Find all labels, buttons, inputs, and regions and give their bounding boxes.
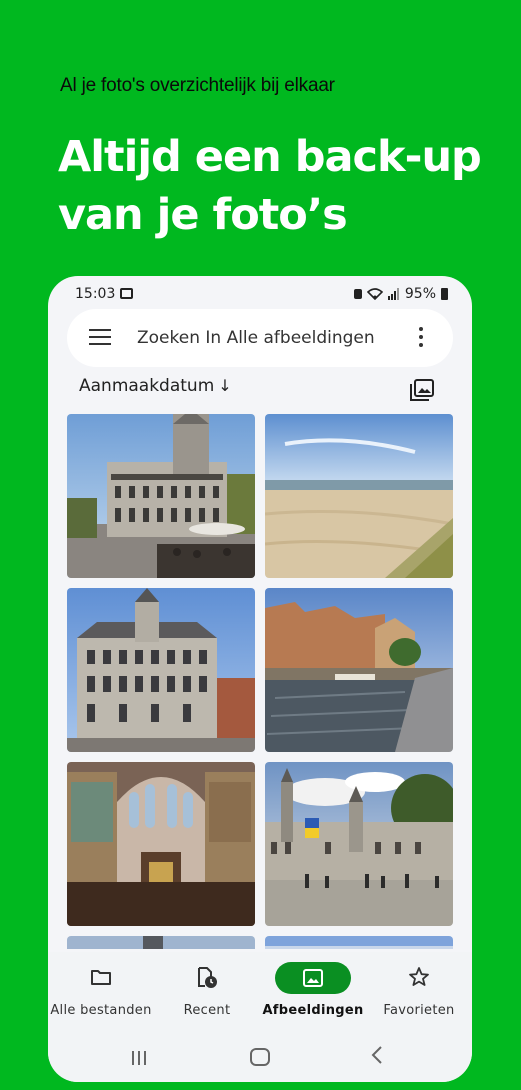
more-options-icon[interactable] — [419, 327, 423, 349]
nav-icon-container — [275, 962, 351, 994]
image-icon — [303, 969, 323, 987]
search-bar[interactable]: Zoeken In Alle afbeeldingen — [67, 309, 453, 367]
photo-thumbnail[interactable] — [265, 414, 453, 578]
back-icon[interactable] — [370, 1044, 384, 1066]
star-icon — [409, 967, 429, 986]
phone-screen: 15:03 95% Zoeken In Alle afbeeldingen Aa… — [48, 276, 472, 1082]
wifi-icon — [366, 288, 383, 300]
sort-button[interactable]: Aanmaakdatum ↓ — [79, 376, 232, 396]
photo-grid — [67, 414, 455, 949]
bottom-navigation: Alle bestanden Recent Afbeeldingen Favor… — [48, 952, 472, 1032]
recent-apps-icon[interactable] — [132, 1050, 152, 1065]
photo-thumbnail[interactable] — [265, 936, 453, 949]
nav-item-images[interactable]: Afbeeldingen — [260, 952, 366, 1032]
system-navigation-bar — [48, 1032, 472, 1082]
menu-icon[interactable] — [89, 329, 111, 347]
nav-item-favorites[interactable]: Favorieten — [366, 952, 472, 1032]
nav-icon-container — [169, 962, 245, 994]
recent-file-icon — [198, 967, 217, 988]
signal-icon — [387, 288, 399, 300]
nav-label-images: Afbeeldingen — [262, 1003, 364, 1018]
home-icon[interactable] — [250, 1048, 270, 1066]
gallery-notification-icon — [120, 288, 133, 299]
nav-icon-container — [63, 962, 139, 994]
battery-icon — [441, 288, 448, 300]
photo-thumbnail[interactable] — [67, 936, 255, 949]
nav-item-all-files[interactable]: Alle bestanden — [48, 952, 154, 1032]
promo-subtitle: Al je foto's overzichtelijk bij elkaar — [60, 75, 335, 96]
promo-title: Altijd een back-up van je foto’s — [58, 132, 482, 240]
nav-label-favorites: Favorieten — [383, 1003, 455, 1018]
folder-icon — [91, 970, 111, 985]
status-indicators: 95% — [353, 286, 448, 302]
photo-thumbnail[interactable] — [265, 762, 453, 926]
nav-item-recent[interactable]: Recent — [154, 952, 260, 1032]
status-bar: 15:03 95% — [48, 276, 472, 312]
nav-label-all-files: Alle bestanden — [50, 1003, 152, 1018]
search-input[interactable]: Zoeken In Alle afbeeldingen — [137, 328, 375, 348]
battery-percentage: 95% — [404, 286, 436, 302]
photo-thumbnail[interactable] — [67, 762, 255, 926]
photo-thumbnail[interactable] — [67, 588, 255, 752]
photo-thumbnail[interactable] — [265, 588, 453, 752]
sort-direction-icon: ↓ — [218, 376, 232, 395]
photo-thumbnail[interactable] — [67, 414, 255, 578]
nav-label-recent: Recent — [183, 1003, 231, 1018]
sort-label: Aanmaakdatum — [79, 376, 215, 396]
nav-icon-container — [381, 962, 457, 994]
gallery-view-icon[interactable] — [410, 379, 434, 401]
status-time: 15:03 — [75, 286, 116, 302]
lock-icon — [353, 289, 362, 299]
